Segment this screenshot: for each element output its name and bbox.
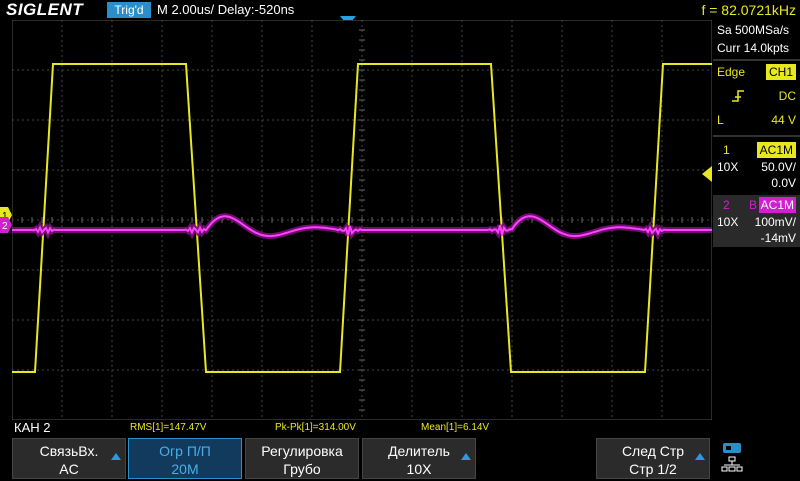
svg-text:2: 2 xyxy=(2,221,8,232)
softkey-label: Регулировка xyxy=(261,443,343,459)
trigger-status-badge: Trig'd xyxy=(107,2,151,18)
up-arrow-icon xyxy=(461,453,471,460)
timebase-readout: M 2.00us/ Delay:-520ns xyxy=(157,2,295,17)
ch2-scale: 100mV/ xyxy=(754,215,796,229)
memory-depth: Curr 14.0kpts xyxy=(717,41,790,55)
ch1-scale: 50.0V/ xyxy=(761,160,796,174)
softkey-value: Грубо xyxy=(283,461,321,477)
softkey-value: 10X xyxy=(406,461,432,477)
rising-edge-icon xyxy=(732,90,744,102)
ch2-bandwidth-limit: B xyxy=(749,198,758,212)
up-arrow-icon xyxy=(695,453,705,460)
trigger-level-value: 44 V xyxy=(771,113,796,127)
softkey-menu: СвязьВх. AC Огр П/П 20M Регулировка Груб… xyxy=(0,437,800,480)
ch2-coupling-badge: AC1M xyxy=(758,197,796,213)
trigger-source-badge: CH1 xyxy=(765,64,796,80)
status-icons xyxy=(720,440,746,476)
softkey-probe-attenuation[interactable]: Делитель 10X xyxy=(362,438,476,479)
waveform-display[interactable] xyxy=(12,20,712,420)
softkey-label: СвязьВх. xyxy=(39,443,99,459)
siglent-logo: SIGLENT xyxy=(6,0,84,19)
frequency-readout: f = 82.0721kHz xyxy=(701,2,796,18)
panel-divider xyxy=(713,59,800,61)
softkey-label: Огр П/П xyxy=(159,443,211,459)
softkey-label: След Стр xyxy=(621,443,685,459)
panel-divider xyxy=(713,135,800,137)
ch1-coupling-badge: AC1M xyxy=(756,142,796,158)
trigger-level-marker-icon[interactable] xyxy=(702,166,712,182)
network-icon xyxy=(721,456,743,472)
up-arrow-icon xyxy=(111,453,121,460)
ch2-info[interactable]: 2 B AC1M 10X 100mV/ -14mV xyxy=(713,195,800,247)
usb-icon xyxy=(721,443,743,472)
ch2-probe: 10X xyxy=(717,215,739,229)
trigger-coupling: DC xyxy=(778,89,796,103)
mean-measurement: Mean[1]=6.14V xyxy=(421,422,490,433)
pkpk-measurement: Pk-Pk[1]=314.00V xyxy=(275,422,356,433)
rms-measurement: RMS[1]=147.47V xyxy=(130,422,207,433)
top-bar: SIGLENT Trig'd M 2.00us/ Delay:-520ns f … xyxy=(0,0,800,20)
sample-rate: Sa 500MSa/s xyxy=(717,23,790,37)
softkey-label: Делитель xyxy=(388,443,450,459)
measurement-bar: КАН 2 RMS[1]=147.47V Pk-Pk[1]=314.00V Me… xyxy=(0,420,712,436)
ch1-number: 1 xyxy=(723,143,730,157)
softkey-adjust[interactable]: Регулировка Грубо xyxy=(245,438,359,479)
ch1-probe: 10X xyxy=(717,160,739,174)
ch1-offset: 0.0V xyxy=(771,176,796,190)
trigger-type: Edge xyxy=(717,65,746,79)
softkey-bandwidth-limit[interactable]: Огр П/П 20M xyxy=(128,438,242,479)
info-panel: Sa 500MSa/s Curr 14.0kpts Edge CH1 DC L … xyxy=(713,20,800,420)
trigger-level-label: L xyxy=(717,113,724,127)
softkey-value: AC xyxy=(59,461,79,477)
ch2-number: 2 xyxy=(723,198,730,212)
ch1-info[interactable]: 1 AC1M 10X 50.0V/ 0.0V xyxy=(713,140,800,192)
ch2-offset: -14mV xyxy=(760,231,796,245)
softkey-input-coupling[interactable]: СвязьВх. AC xyxy=(12,438,126,479)
softkey-value: 20M xyxy=(171,461,199,477)
ch2-level-marker-icon[interactable]: 2 xyxy=(0,215,12,235)
softkey-empty[interactable] xyxy=(479,438,593,479)
softkey-value: Стр 1/2 xyxy=(629,461,677,477)
menu-channel-label: КАН 2 xyxy=(14,420,51,435)
softkey-next-page[interactable]: След Стр Стр 1/2 xyxy=(596,438,710,479)
